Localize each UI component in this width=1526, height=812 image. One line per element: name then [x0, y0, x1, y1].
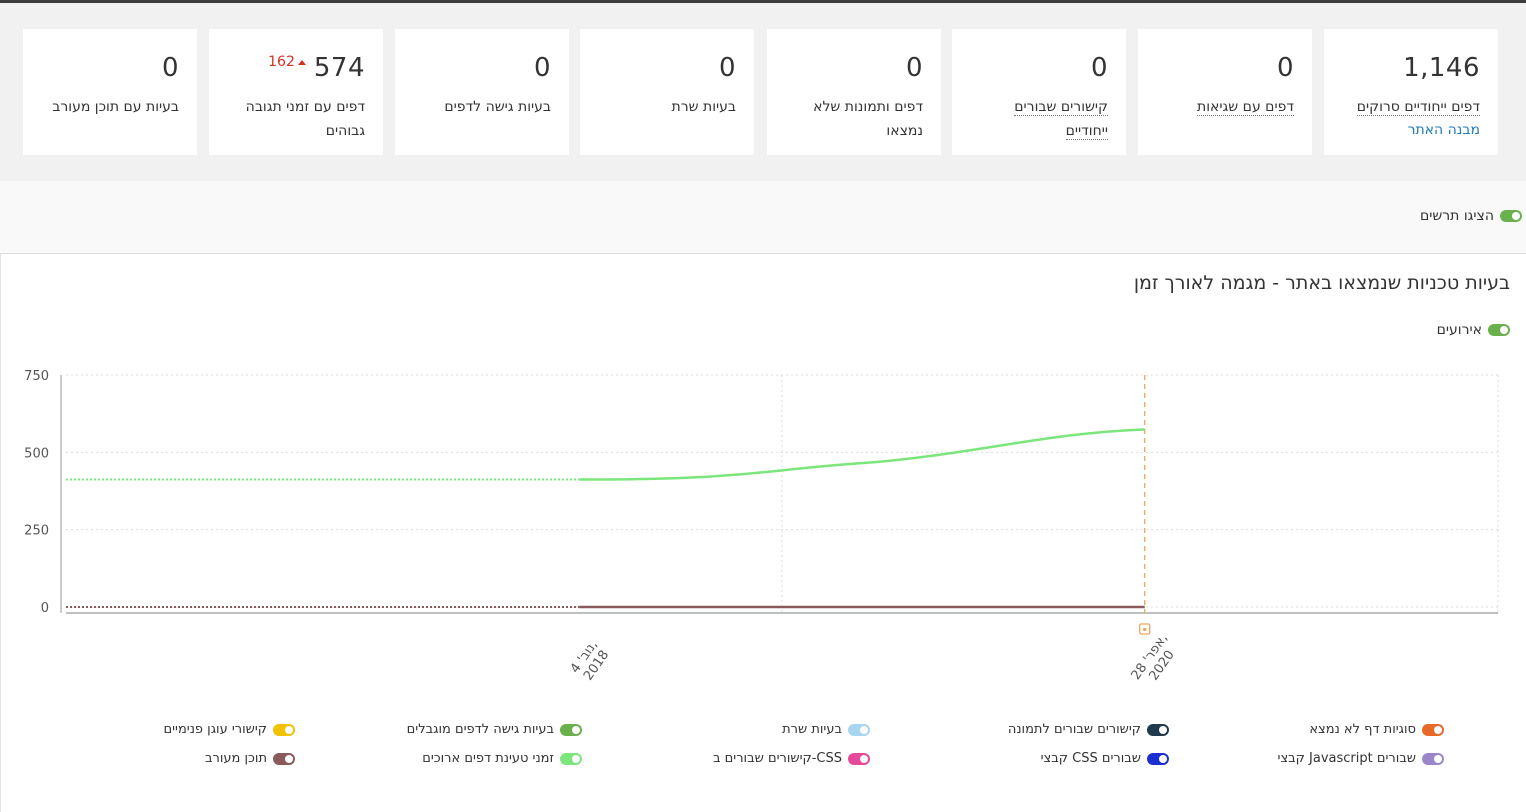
toggle-switch-icon[interactable]	[560, 723, 582, 736]
show-charts-row: הציגו תרשים	[0, 181, 1526, 254]
stats-band: 1,146 דפים ייחודיים סרוקים מבנה האתר 0 ד…	[0, 3, 1526, 181]
legend-item[interactable]: בעיות גישה לדפים מוגבלים	[407, 722, 582, 737]
stat-label: דפים עם שגיאות	[1197, 99, 1294, 116]
legend-label: CSS-קישורים שבורים ב	[713, 751, 842, 766]
toggle-switch-icon[interactable]	[848, 723, 870, 736]
stat-value: 0	[533, 53, 551, 83]
toggle-switch-icon[interactable]	[1488, 324, 1510, 336]
stat-value: 0	[718, 53, 736, 83]
toggle-switch-icon[interactable]	[1500, 210, 1522, 222]
legend-label: זמני טעינת דפים ארוכים	[422, 751, 554, 766]
toggle-switch-icon[interactable]	[1422, 752, 1444, 765]
toggle-switch-icon[interactable]	[560, 752, 582, 765]
legend-label: סוגיות דף לא נמצא	[1309, 722, 1416, 737]
legend-label: שבורים CSS קבצי	[1040, 751, 1141, 766]
toggle-switch-icon[interactable]	[1422, 723, 1444, 736]
stat-label: דפים ותמונות שלא נמצאו	[813, 99, 923, 139]
legend-item[interactable]: תוכן מעורב	[205, 751, 295, 766]
legend-item[interactable]: בעיות שרת	[782, 722, 870, 737]
stat-label: בעיות שרת	[671, 99, 736, 115]
y-tick-label: 500	[24, 446, 49, 461]
legend-item[interactable]: שבורים Javascript קבצי	[1278, 751, 1444, 766]
stat-label: דפים ייחודיים סרוקים	[1356, 99, 1480, 116]
site-structure-link[interactable]: מבנה האתר	[1342, 119, 1480, 141]
stat-card-broken-links[interactable]: 0 קישורים שבורים ייחודיים	[952, 29, 1126, 155]
stat-value: 0	[161, 53, 179, 83]
show-charts-label: הציגו תרשים	[1419, 208, 1494, 224]
stat-card-slow-pages[interactable]: 574 162 דפים עם זמני תגובה גבוהים	[209, 29, 383, 155]
stat-label: דפים עם זמני תגובה גבוהים	[245, 99, 365, 139]
show-charts-toggle[interactable]: הציגו תרשים	[1420, 208, 1522, 224]
toggle-switch-icon[interactable]	[848, 752, 870, 765]
stat-card-not-found[interactable]: 0 דפים ותמונות שלא נמצאו	[767, 29, 941, 155]
y-tick-label: 0	[41, 601, 49, 616]
stat-value: 1,146	[1403, 53, 1480, 83]
events-label: אירועים	[1436, 322, 1482, 338]
stat-value: 0	[1276, 53, 1294, 83]
toggle-switch-icon[interactable]	[1147, 723, 1169, 736]
stat-card-mixed-content[interactable]: 0 בעיות עם תוכן מעורב	[23, 29, 197, 155]
legend-item[interactable]: סוגיות דף לא נמצא	[1309, 722, 1444, 737]
stat-card-error-pages[interactable]: 0 דפים עם שגיאות	[1138, 29, 1312, 155]
legend-item[interactable]: קישורי עוגן פנימיים	[164, 722, 295, 737]
legend-label: בעיות גישה לדפים מוגבלים	[406, 722, 554, 737]
stat-delta: 162	[268, 54, 306, 70]
legend-label: קישורים שבורים לתמונה	[1007, 722, 1141, 737]
delta-value: 162	[268, 54, 295, 70]
stat-value: 0	[905, 53, 923, 83]
stat-label: קישורים שבורים ייחודיים	[1014, 99, 1108, 140]
legend-item[interactable]: קישורים שבורים לתמונה	[1008, 722, 1169, 737]
legend-label: בעיות שרת	[782, 722, 842, 737]
y-tick-label: 750	[24, 369, 49, 384]
x-tick-label: נוב' 4,2018	[568, 638, 613, 684]
legend-label: קישורי עוגן פנימיים	[163, 722, 267, 737]
stat-card-server-issues[interactable]: 0 בעיות שרת	[580, 29, 754, 155]
legend-item[interactable]: CSS-קישורים שבורים ב	[713, 751, 870, 766]
up-arrow-icon	[297, 59, 306, 65]
calendar-icon-dot	[1143, 628, 1147, 631]
series-line	[579, 428, 1145, 481]
legend-item[interactable]: שבורים CSS קבצי	[1041, 751, 1169, 766]
stat-card-access-issues[interactable]: 0 בעיות גישה לדפים	[395, 29, 569, 155]
toggle-switch-icon[interactable]	[273, 723, 295, 736]
chart-panel: בעיות טכניות שנמצאו באתר - מגמה לאורך זמ…	[0, 254, 1526, 812]
stat-label: בעיות עם תוכן מעורב	[52, 99, 179, 115]
legend-item[interactable]: זמני טעינת דפים ארוכים	[422, 751, 582, 766]
y-tick-label: 250	[24, 524, 49, 539]
legend-label: שבורים Javascript קבצי	[1277, 751, 1416, 766]
toggle-switch-icon[interactable]	[273, 752, 295, 765]
stat-value: 0	[1090, 53, 1108, 83]
x-tick-label: אפר' 28,2020	[1129, 631, 1178, 683]
stat-value: 574	[313, 53, 365, 83]
toggle-switch-icon[interactable]	[1147, 752, 1169, 765]
legend-label: תוכן מעורב	[205, 751, 267, 766]
stat-label: בעיות גישה לדפים	[444, 99, 551, 115]
stat-card-unique-pages[interactable]: 1,146 דפים ייחודיים סרוקים מבנה האתר	[1324, 29, 1498, 155]
events-toggle[interactable]: אירועים	[1437, 322, 1510, 338]
chart-title: בעיות טכניות שנמצאו באתר - מגמה לאורך זמ…	[1133, 272, 1510, 294]
